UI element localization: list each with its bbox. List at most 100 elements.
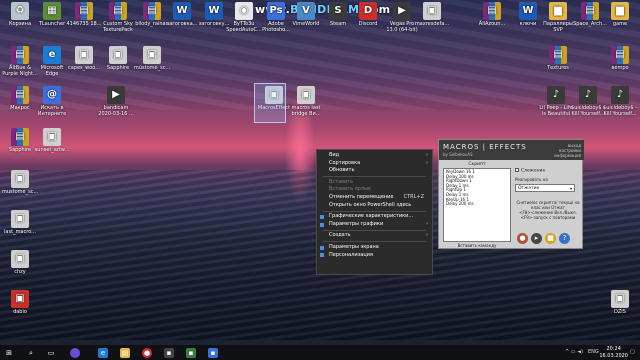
desktop-icon-label: $uicideboy$ - Kill Yourself... <box>571 105 605 117</box>
info-button[interactable]: информация <box>554 153 581 158</box>
desktop-icon-korzina[interactable]: ♻ Корзина <box>2 2 38 27</box>
desktop-icon-tlauncher[interactable]: ▦ TLauncher <box>34 2 70 27</box>
desktop-icon-dabio[interactable]: ▣ dabio <box>2 290 38 315</box>
context-menu-item[interactable]: Вид › <box>317 152 432 160</box>
desktop-icon-capes[interactable]: ▣ capes_woo... <box>66 46 102 71</box>
desktop-icon-lilpeep[interactable]: ♪ Lil Peep - Life Is Beautiful <box>538 86 574 117</box>
desktop-icon-sunset[interactable]: ▣ sunset_artw... <box>34 128 70 153</box>
desktop-icon-label: ÄllAzoun... <box>478 21 506 27</box>
image-icon: ▣ <box>11 250 29 268</box>
context-menu-item[interactable]: Персонализация <box>317 252 432 260</box>
photoshop-taskbar-icon[interactable]: ▪ <box>208 348 218 358</box>
language-indicator[interactable]: ENG <box>588 349 599 355</box>
react-dropdown[interactable]: Отжатие ▾ <box>515 184 575 192</box>
menu-item-label: Параметры экрана <box>329 243 379 250</box>
macros-window-controls[interactable]: выход настройки информация <box>554 143 581 158</box>
desktop-icon-label: Макрос <box>10 105 30 111</box>
desktop-icon-discord[interactable]: D Discord <box>350 2 386 27</box>
context-menu-item[interactable]: Отменить перемещение CTRL+Z <box>317 194 432 202</box>
context-menu-item[interactable]: Обновить <box>317 167 432 175</box>
archive-icon: ▤ <box>611 46 629 64</box>
menu-item-label: Вставить <box>329 178 354 185</box>
cortana-icon[interactable] <box>70 348 80 358</box>
desktop-icon-sapphire[interactable]: ▣ Sapphire <box>100 46 136 71</box>
desktop-icon-suicide1[interactable]: ♪ $uicideboy$ - Kill Yourself... <box>570 86 606 117</box>
windows-start-icon[interactable]: ⊞ <box>4 348 14 358</box>
desktop-icon-macroslast[interactable]: ▣ macros last bridge Ви... <box>288 86 324 117</box>
script-textarea[interactable]: KeyDown 16 1 Delay 100 ms RightDown 1 Delay… <box>443 168 511 242</box>
desktop-icon-game[interactable]: ▆ game <box>602 2 638 27</box>
info-line: <F9>-запуск с повторами <box>520 215 576 220</box>
desktop-icon-edge[interactable]: e Microsoft Edge <box>34 46 70 77</box>
archive-icon: ▤ <box>11 128 29 146</box>
lock-icon[interactable]: ■ <box>545 233 556 244</box>
app-taskbar-icon[interactable]: ▪ <box>164 348 174 358</box>
desktop-icon-altbue[interactable]: ▤ ÄltBue & Purple Night... <box>2 46 38 77</box>
desktop-icon-dzis[interactable]: ▣ DZIS <box>602 290 638 315</box>
image-icon: ▣ <box>11 170 29 188</box>
play-icon[interactable]: ▸ <box>531 233 542 244</box>
desktop-icon-bytt[interactable]: ◉ ByTTo3u SpeedAutoC... <box>226 2 262 33</box>
context-menu-item[interactable]: Параметры графики › <box>317 221 432 229</box>
desktop-context-menu: Вид › Сортировка › Обновить Вставить Вставить … <box>316 149 433 275</box>
desktop-icon-label: $uicideboy$ - Kill Yourself... <box>603 105 637 117</box>
menu-item-icon <box>320 214 324 219</box>
desktop-icon-zag1[interactable]: Wзагоговка... <box>164 2 200 27</box>
recycle-bin-icon: ♻ <box>11 2 29 20</box>
script-label: Скрипт <box>468 162 486 167</box>
desktop-icon-label: mũstome_sc... <box>134 65 171 71</box>
add-command-button[interactable]: Вставить команду <box>443 243 511 248</box>
desktop-icon-suicide2[interactable]: ♪ $uicideboy$ - Kill Yourself... <box>602 86 638 117</box>
search-web-icon: @ <box>43 86 61 104</box>
desktop-icon-mustome2[interactable]: ▣ mustome_sc... <box>2 170 38 195</box>
task-view-icon[interactable]: ▭ <box>46 348 56 358</box>
help-icon[interactable]: ? <box>559 233 570 244</box>
search-icon[interactable]: ⌕ <box>26 348 36 358</box>
vegas-icon: ▶ <box>393 2 411 20</box>
desktop-icon-inet[interactable]: @ Искать в Интернете <box>34 86 70 117</box>
folder-icon: ▆ <box>611 2 629 20</box>
desktop-icon-label: game <box>612 21 628 27</box>
archive-icon: ▤ <box>143 2 161 20</box>
desktop-icon-makros[interactable]: ▤ Макрос <box>2 86 38 111</box>
edge-taskbar-icon[interactable]: e <box>98 348 108 358</box>
desktop-icon-sapphire2[interactable]: ▤ Sapphire <box>2 128 38 153</box>
menu-item-label: Персонализация <box>329 251 373 258</box>
desktop-icon-paralp[interactable]: ▆ Параллеры SVP <box>540 2 576 33</box>
desktop-icon-allazoun[interactable]: ▤ ÄllAzoun... <box>474 2 510 27</box>
record-icon[interactable]: ● <box>517 233 528 244</box>
desktop-icon-label: Искать в Интернете <box>37 105 67 117</box>
desktop-icon-bandicam[interactable]: ▶ bandicam 2020-03-16 ... <box>98 86 134 117</box>
taskbar: ⊞ ⌕ ▭ e ▤ ● ▪ ▪ ▪ ^ ▭ ◄) ENG 20:24 16.03.… <box>0 344 640 360</box>
tray-icons[interactable]: ^ ▭ ◄) <box>565 349 583 355</box>
context-menu-item[interactable]: Создать › <box>317 232 432 240</box>
clock[interactable]: 20:24 16.03.2020 <box>599 346 628 360</box>
context-menu-item[interactable]: Графические характеристики... <box>317 213 432 221</box>
desktop-icon-customsky[interactable]: ▤ Custom Sky TexturePack <box>100 2 136 33</box>
context-menu-item[interactable]: Параметры экрана <box>317 244 432 252</box>
desktop-icon-file4146[interactable]: ▤ 4146735 18... <box>66 2 102 27</box>
minecraft-taskbar-icon[interactable]: ▪ <box>186 348 196 358</box>
desktop-icon-chzy[interactable]: ▣ chzy <box>2 250 38 275</box>
desktop-icon-mustome1[interactable]: ▣ mũstome_sc... <box>134 46 170 71</box>
steam-icon: S <box>329 2 347 20</box>
explorer-taskbar-icon[interactable]: ▤ <box>120 348 130 358</box>
desktop-icon-lastmacro[interactable]: ▣ last_macro... <box>2 210 38 235</box>
tracking-checkbox[interactable]: Слежение <box>515 168 545 174</box>
desktop-icon-vempo[interactable]: ▤ веmpo <box>602 46 638 71</box>
checkbox-box[interactable] <box>515 168 519 172</box>
desktop-icon-textures[interactable]: ▤ Тextures <box>540 46 576 71</box>
discord-icon: D <box>359 2 377 20</box>
desktop-icon-vimeworld[interactable]: V VimeWorld <box>288 2 324 27</box>
bandicam-taskbar-icon[interactable]: ● <box>142 348 152 358</box>
menu-item-icon <box>320 245 324 250</box>
macros-header: MACROS | EFFECTS by SelbekovAS выход нас… <box>439 140 584 160</box>
macros-effects-window: MACROS | EFFECTS by SelbekovAS выход нас… <box>438 139 584 249</box>
context-menu-item[interactable]: Открыть окно PowerShell здесь <box>317 202 432 210</box>
desktop-icon-label: 4146735 18... <box>66 21 102 27</box>
context-menu-item[interactable]: Сортировка › <box>317 160 432 168</box>
desktop-icon-maxresdef[interactable]: ▣ maxresdefa... <box>414 2 450 27</box>
menu-separator <box>323 176 426 178</box>
image-icon: ▣ <box>11 290 29 308</box>
notifications-icon[interactable]: ▢ <box>630 349 635 355</box>
